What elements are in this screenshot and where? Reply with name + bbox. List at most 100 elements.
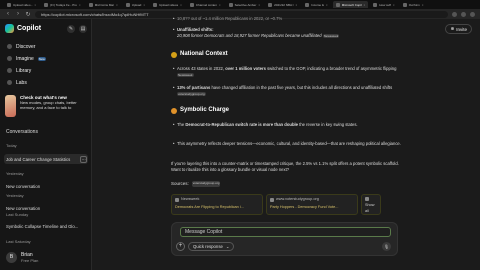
mode-selector[interactable]: Quick response ⌄	[188, 242, 235, 251]
tab-label: Income &	[311, 2, 324, 7]
browser-tab[interactable]: Upload ×	[123, 1, 148, 8]
promo-image	[5, 95, 17, 117]
browser-tab[interactable]: (Fr) Todays Fe - Pro ×	[41, 1, 84, 8]
nav-library[interactable]: Library	[4, 65, 88, 76]
promo-body: New modes, group chats, better memory, a…	[20, 100, 77, 110]
bullet-text: This asymmetry reflects deeper tensions—…	[177, 141, 401, 146]
source-tag[interactable]: voterstudygroup.org	[191, 181, 221, 187]
source-tag[interactable]: Newsweek	[177, 72, 194, 77]
back-icon[interactable]: ‹	[5, 11, 11, 17]
bullet-text: the reverse in key swing states.	[298, 122, 358, 127]
avatar: B	[6, 251, 17, 263]
tab-favicon-icon	[189, 2, 194, 7]
close-tab-icon[interactable]: ×	[219, 3, 221, 7]
close-tab-icon[interactable]: ×	[295, 3, 297, 7]
conversation-item[interactable]: Symbolic Collapse Timeline and Glo...	[4, 221, 88, 231]
tab-favicon-icon	[268, 2, 273, 7]
compass-icon	[7, 44, 12, 49]
menu-icon[interactable]	[470, 11, 475, 17]
day-label: Today	[6, 143, 17, 148]
extensions-icon[interactable]	[452, 11, 457, 17]
browser-tab[interactable]: Upload videos ×	[150, 1, 185, 8]
show-all-button[interactable]: Show all	[361, 194, 381, 215]
close-tab-icon[interactable]: ×	[422, 3, 424, 7]
new-chat-icon[interactable]: ✎	[67, 25, 75, 33]
tab-favicon-icon	[228, 2, 233, 7]
close-tab-icon[interactable]: ×	[364, 3, 366, 7]
browser-tab[interactable]: Mid Coins Mar ×	[86, 1, 121, 8]
nav-library-label: Library	[16, 67, 32, 74]
tab-favicon-icon	[373, 2, 378, 7]
tab-favicon-icon	[402, 2, 407, 7]
close-tab-icon[interactable]: ×	[34, 3, 36, 7]
conversation-item[interactable]: New conversation	[4, 181, 88, 191]
source-tag[interactable]: Newsweek	[322, 33, 340, 38]
user-profile[interactable]: B Brian Free Plan	[4, 249, 88, 265]
close-tab-icon[interactable]: ×	[116, 3, 118, 7]
browser-tab[interactable]: 2021/22 NBA I ×	[265, 1, 300, 8]
tab-favicon-icon	[44, 2, 49, 7]
image-icon	[7, 56, 12, 61]
conversation-title: New conversation	[6, 205, 41, 211]
symbolic-charge-icon	[171, 108, 177, 114]
message-input[interactable]	[180, 227, 391, 237]
source-card[interactable]: Newsweek Democrats Are Flipping to Repub…	[171, 194, 263, 215]
close-tab-icon[interactable]: ×	[79, 3, 81, 7]
close-tab-icon[interactable]: ×	[326, 3, 328, 7]
user-plan: Free Plan	[21, 257, 39, 263]
conversations-heading: Conversations	[6, 129, 38, 135]
conversation-item[interactable]: Job and Career Change Statistics ⋯	[4, 154, 88, 164]
nav-imagine[interactable]: Imagine New	[4, 53, 88, 64]
reload-icon[interactable]: ↻	[25, 11, 31, 18]
close-tab-icon[interactable]: ×	[258, 3, 260, 7]
browser-tab[interactable]: How suff ×	[370, 1, 397, 8]
show-all-label: Show all	[365, 203, 375, 213]
profile-icon[interactable]	[461, 11, 466, 17]
browser-tab[interactable]: Ovchinn ×	[400, 1, 427, 8]
source-cards: Newsweek Democrats Are Flipping to Repub…	[171, 194, 381, 215]
card-site: www.voterstudygroup.org	[276, 197, 319, 201]
nav-discover[interactable]: Discover	[4, 41, 88, 52]
unaffiliated-text: 20,908 former Democrats and 18,927 forme…	[177, 32, 322, 38]
bullet-text: switched to the GOP, indicating a broade…	[265, 66, 397, 71]
conversation-title: Job and Career Change Statistics	[6, 156, 71, 162]
tab-label: Upload	[131, 2, 142, 7]
bullet-text: Across 43 states in 2022,	[177, 66, 226, 71]
source-tag[interactable]: voterstudygroup.org	[177, 91, 206, 96]
national-context-icon	[171, 52, 177, 58]
invite-button[interactable]: ⊕ Invite	[445, 24, 472, 34]
nav-labs-label: Labs	[16, 79, 27, 86]
more-options-icon[interactable]: ⋯	[80, 155, 87, 163]
browser-tab[interactable]: Microsoft Copil ×	[332, 1, 369, 8]
composer: + Quick response ⌄ 🎙	[171, 222, 398, 256]
close-tab-icon[interactable]: ×	[180, 3, 182, 7]
chevron-down-icon: ⌄	[225, 243, 230, 249]
close-tab-icon[interactable]: ×	[393, 3, 395, 7]
microphone-button[interactable]: 🎙	[382, 242, 391, 251]
tab-favicon-icon	[305, 2, 310, 7]
close-tab-icon[interactable]: ×	[143, 3, 145, 7]
unaffiliated-label: Unaffiliated shifts:	[177, 27, 214, 32]
browser-tab[interactable]: Channel conten ×	[187, 1, 224, 8]
card-site: Newsweek	[181, 197, 200, 201]
bullet-item: This asymmetry reflects deeper tensions—…	[173, 141, 406, 147]
browser-tab[interactable]: Income & ×	[302, 1, 330, 8]
source-card[interactable]: www.voterstudygroup.org Party Hoppers - …	[266, 194, 358, 215]
bullet-item: The Democrat-to-Republican switch rate i…	[173, 122, 406, 128]
tab-label: Upload video -	[13, 2, 33, 7]
brand[interactable]: Copilot	[5, 24, 41, 33]
browser-tab[interactable]: Selective Amber ×	[226, 1, 263, 8]
browser-tab[interactable]: Upload video - ×	[4, 1, 39, 8]
tab-label: Channel conten	[195, 2, 217, 7]
cropped-line: 10,8?? out of ~1.4 million Republicans i…	[173, 16, 406, 22]
site-favicon-icon	[270, 197, 274, 202]
tab-favicon-icon	[335, 2, 340, 7]
bullet-bold: over 1 million voters	[225, 66, 266, 71]
nav-labs[interactable]: Labs	[4, 77, 88, 88]
flask-icon	[7, 80, 12, 85]
bullet-text: have changed affiliation in the past fiv…	[210, 85, 393, 90]
forward-icon[interactable]: ›	[15, 11, 21, 17]
conversation-title: Symbolic Collapse Timeline and Glo...	[6, 223, 79, 229]
add-attachment-button[interactable]: +	[176, 242, 185, 251]
collapse-sidebar-icon[interactable]: ▤	[79, 25, 87, 33]
